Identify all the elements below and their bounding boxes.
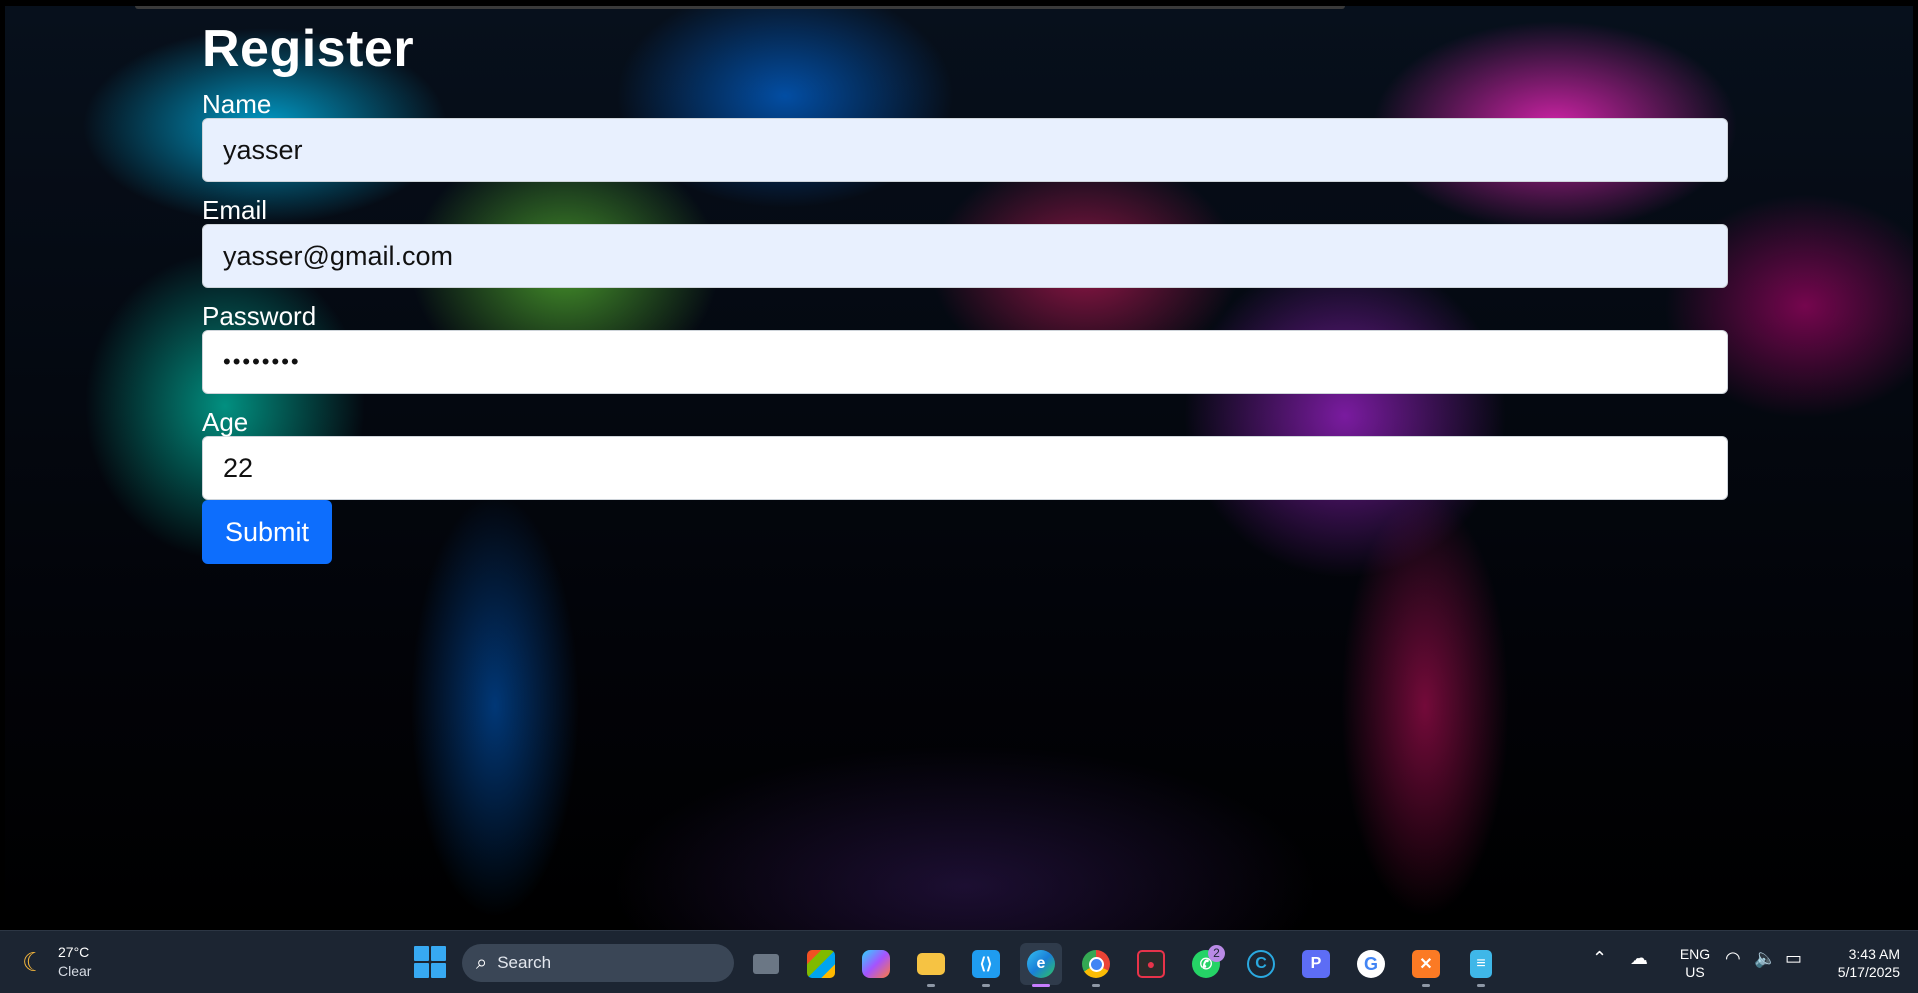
chrome-center xyxy=(1088,956,1104,972)
scroll-strip xyxy=(135,6,1345,9)
c-app-icon: C xyxy=(1247,950,1275,978)
clock-time: 3:43 AM xyxy=(1848,946,1900,962)
battery-icon[interactable]: ▭ xyxy=(1785,948,1802,969)
age-label: Age xyxy=(202,407,249,437)
running-indicator xyxy=(1092,984,1100,987)
windows-logo-tile xyxy=(431,963,446,978)
xampp-icon: ✕ xyxy=(1412,950,1440,978)
password-label: Password xyxy=(202,301,317,331)
chrome-button[interactable] xyxy=(1075,943,1117,987)
copilot-icon xyxy=(862,950,890,978)
weather-condition: Clear xyxy=(58,963,92,979)
search-placeholder: Search xyxy=(497,953,552,972)
lang-code: ENG xyxy=(1679,946,1711,962)
moon-icon: ☾ xyxy=(22,946,46,977)
clock[interactable]: 3:43 AM 5/17/2025 xyxy=(1820,945,1900,981)
folder-icon xyxy=(917,953,945,975)
running-indicator xyxy=(1032,984,1050,987)
edge-icon: e xyxy=(1027,950,1055,978)
edge-button[interactable]: e xyxy=(1020,943,1062,987)
chrome-icon xyxy=(1082,950,1110,978)
name-value: yasser xyxy=(223,134,303,165)
running-indicator xyxy=(927,984,935,987)
running-indicator xyxy=(1422,984,1430,987)
xampp-button[interactable]: ✕ xyxy=(1405,943,1447,987)
file-explorer-button[interactable] xyxy=(910,943,952,987)
taskbar-search[interactable]: ⌕ Search xyxy=(462,944,734,982)
recorder-icon: ● xyxy=(1137,950,1165,978)
whatsapp-button[interactable]: ✆ 2 xyxy=(1185,943,1227,985)
notification-badge: 2 xyxy=(1208,945,1225,962)
start-button[interactable] xyxy=(414,946,446,978)
recorder-button[interactable]: ● xyxy=(1130,943,1172,985)
name-input[interactable]: yasser xyxy=(202,118,1728,182)
email-value: yasser@gmail.com xyxy=(223,240,453,271)
cloud-icon[interactable]: ☁ xyxy=(1630,948,1648,969)
clock-date: 5/17/2025 xyxy=(1837,964,1900,980)
windows-logo-tile xyxy=(414,946,429,961)
wifi-icon[interactable]: ◠ xyxy=(1725,948,1741,969)
password-value: •••••••• xyxy=(223,349,301,374)
store-icon xyxy=(807,950,835,978)
email-input[interactable]: yasser@gmail.com xyxy=(202,224,1728,288)
notepad-button[interactable]: ≡ xyxy=(1460,943,1502,987)
c-app-button[interactable]: C xyxy=(1240,943,1282,985)
vscode-icon: ⟨⟩ xyxy=(972,950,1000,978)
store-button[interactable] xyxy=(800,943,842,985)
windows-logo-tile xyxy=(414,963,429,978)
desktop: Register Name yasser Email yasser@gmail.… xyxy=(0,0,1918,930)
windows-logo-tile xyxy=(431,946,446,961)
name-label: Name xyxy=(202,89,272,119)
lang-region: US xyxy=(1685,964,1705,980)
volume-icon[interactable]: 🔈 xyxy=(1754,948,1776,969)
page-title: Register xyxy=(202,20,415,78)
password-input[interactable]: •••••••• xyxy=(202,330,1728,394)
p-app-icon: P xyxy=(1302,950,1330,978)
age-input[interactable]: 22 xyxy=(202,436,1728,500)
task-view-button[interactable] xyxy=(745,943,787,985)
copilot-button[interactable] xyxy=(855,943,897,985)
chevron-up-icon[interactable]: ⌃ xyxy=(1592,948,1607,969)
weather-widget[interactable]: ☾ 27°C Clear xyxy=(22,943,91,981)
task-view-icon xyxy=(753,954,779,974)
google-icon: G xyxy=(1357,950,1385,978)
email-label: Email xyxy=(202,195,268,225)
language-indicator[interactable]: ENG US xyxy=(1675,945,1715,981)
search-icon: ⌕ xyxy=(476,951,488,974)
browser-viewport: Register Name yasser Email yasser@gmail.… xyxy=(5,6,1913,930)
running-indicator xyxy=(982,984,990,987)
running-indicator xyxy=(1477,984,1485,987)
submit-button[interactable]: Submit xyxy=(202,500,332,564)
notepad-icon: ≡ xyxy=(1470,950,1492,978)
weather-temp: 27°C xyxy=(58,944,90,960)
vscode-button[interactable]: ⟨⟩ xyxy=(965,943,1007,987)
taskbar: ☾ 27°C Clear ⌕ Search ⟨⟩ e ● ✆ 2 C P G ✕… xyxy=(0,930,1918,993)
google-button[interactable]: G xyxy=(1350,943,1392,985)
age-value: 22 xyxy=(223,452,254,483)
p-app-button[interactable]: P xyxy=(1295,943,1337,985)
register-form: Register Name yasser Email yasser@gmail.… xyxy=(202,12,1728,564)
